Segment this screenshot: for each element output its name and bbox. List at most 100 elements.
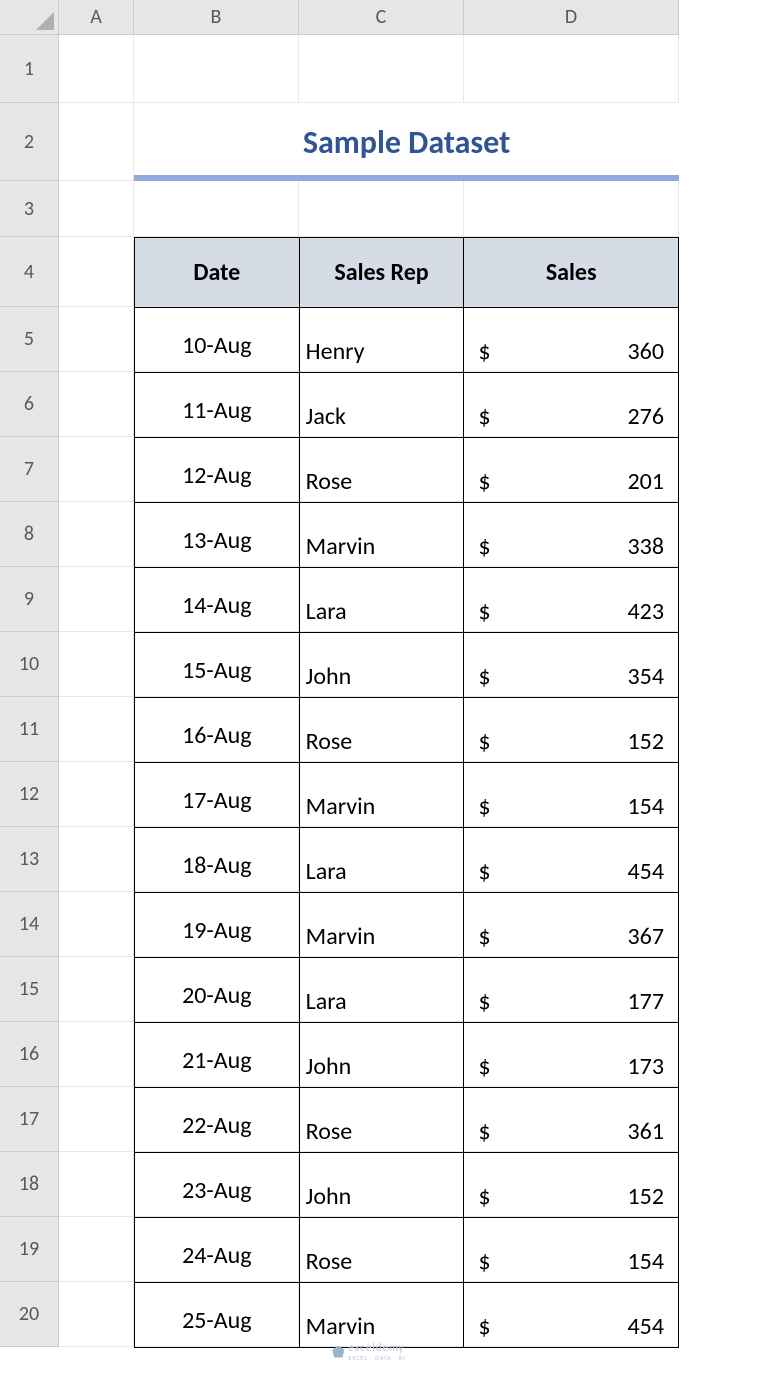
row-header-18[interactable]: 18 xyxy=(0,1152,59,1217)
cell[interactable] xyxy=(59,1022,134,1087)
row-header-7[interactable]: 7 xyxy=(0,437,59,502)
cell-sales[interactable]: $276 xyxy=(464,373,679,438)
cell-sales[interactable]: $152 xyxy=(464,698,679,763)
cell-sales[interactable]: $201 xyxy=(464,438,679,503)
cell[interactable] xyxy=(59,957,134,1022)
cell[interactable] xyxy=(59,307,134,372)
row-header-9[interactable]: 9 xyxy=(0,567,59,632)
row-header-4[interactable]: 4 xyxy=(0,237,59,307)
cell[interactable] xyxy=(464,181,679,237)
cell[interactable] xyxy=(59,237,134,307)
cell-sales[interactable]: $454 xyxy=(464,1283,679,1348)
cell-rep[interactable]: John xyxy=(299,633,464,698)
cell-rep[interactable]: Lara xyxy=(299,568,464,633)
row-header-17[interactable]: 17 xyxy=(0,1087,59,1152)
row-header-16[interactable]: 16 xyxy=(0,1022,59,1087)
cell-rep[interactable]: John xyxy=(299,1023,464,1088)
cell[interactable] xyxy=(59,1217,134,1282)
cell[interactable] xyxy=(59,827,134,892)
header-date[interactable]: Date xyxy=(135,238,300,308)
row-header-13[interactable]: 13 xyxy=(0,827,59,892)
cell-rep[interactable]: Lara xyxy=(299,828,464,893)
cell[interactable] xyxy=(59,1152,134,1217)
cell-sales[interactable]: $154 xyxy=(464,1218,679,1283)
cell-rep[interactable]: Rose xyxy=(299,1088,464,1153)
cell[interactable] xyxy=(59,1282,134,1347)
cell[interactable] xyxy=(59,35,134,103)
cell-rep[interactable]: Marvin xyxy=(299,1283,464,1348)
cell-sales[interactable]: $154 xyxy=(464,763,679,828)
cell-date[interactable]: 24-Aug xyxy=(135,1218,300,1283)
row-header-11[interactable]: 11 xyxy=(0,697,59,762)
cell[interactable] xyxy=(59,1087,134,1152)
cell-sales[interactable]: $361 xyxy=(464,1088,679,1153)
cell-rep[interactable]: Rose xyxy=(299,438,464,503)
cell-rep[interactable]: Henry xyxy=(299,308,464,373)
cell-sales[interactable]: $177 xyxy=(464,958,679,1023)
cell-date[interactable]: 10-Aug xyxy=(135,308,300,373)
column-header-D[interactable]: D xyxy=(464,0,679,35)
row-header-8[interactable]: 8 xyxy=(0,502,59,567)
header-sales[interactable]: Sales xyxy=(464,238,679,308)
cell-sales[interactable]: $173 xyxy=(464,1023,679,1088)
cell-date[interactable]: 13-Aug xyxy=(135,503,300,568)
cell-rep[interactable]: Rose xyxy=(299,698,464,763)
cell-date[interactable]: 25-Aug xyxy=(135,1283,300,1348)
cell-rep[interactable]: John xyxy=(299,1153,464,1218)
cell[interactable] xyxy=(59,372,134,437)
row-header-15[interactable]: 15 xyxy=(0,957,59,1022)
row-header-5[interactable]: 5 xyxy=(0,307,59,372)
cell-date[interactable]: 16-Aug xyxy=(135,698,300,763)
row-header-14[interactable]: 14 xyxy=(0,892,59,957)
cell-rep[interactable]: Marvin xyxy=(299,893,464,958)
cell[interactable] xyxy=(59,502,134,567)
row-header-1[interactable]: 1 xyxy=(0,35,59,103)
cell[interactable] xyxy=(134,35,299,103)
cell-date[interactable]: 19-Aug xyxy=(135,893,300,958)
cell-sales[interactable]: $338 xyxy=(464,503,679,568)
row-header-6[interactable]: 6 xyxy=(0,372,59,437)
cell-date[interactable]: 12-Aug xyxy=(135,438,300,503)
cell-date[interactable]: 21-Aug xyxy=(135,1023,300,1088)
cell-rep[interactable]: Marvin xyxy=(299,503,464,568)
cell-date[interactable]: 15-Aug xyxy=(135,633,300,698)
column-header-C[interactable]: C xyxy=(299,0,464,35)
cell[interactable] xyxy=(59,103,134,181)
cell-date[interactable]: 20-Aug xyxy=(135,958,300,1023)
cell-sales[interactable]: $367 xyxy=(464,893,679,958)
cell-sales[interactable]: $423 xyxy=(464,568,679,633)
row-header-12[interactable]: 12 xyxy=(0,762,59,827)
column-header-B[interactable]: B xyxy=(134,0,299,35)
select-all-corner[interactable] xyxy=(0,0,59,35)
cell-date[interactable]: 18-Aug xyxy=(135,828,300,893)
cell-rep[interactable]: Jack xyxy=(299,373,464,438)
column-header-A[interactable]: A xyxy=(59,0,134,35)
row-header-3[interactable]: 3 xyxy=(0,181,59,237)
cell-date[interactable]: 11-Aug xyxy=(135,373,300,438)
cell-rep[interactable]: Rose xyxy=(299,1218,464,1283)
cell[interactable] xyxy=(59,437,134,502)
cell[interactable] xyxy=(59,632,134,697)
row-header-2[interactable]: 2 xyxy=(0,103,59,181)
cell[interactable] xyxy=(299,35,464,103)
cell[interactable] xyxy=(59,697,134,762)
cell-rep[interactable]: Lara xyxy=(299,958,464,1023)
cell[interactable] xyxy=(464,35,679,103)
cell-sales[interactable]: $354 xyxy=(464,633,679,698)
cell[interactable] xyxy=(59,762,134,827)
header-rep[interactable]: Sales Rep xyxy=(299,238,464,308)
row-header-10[interactable]: 10 xyxy=(0,632,59,697)
cell-date[interactable]: 14-Aug xyxy=(135,568,300,633)
cell[interactable] xyxy=(134,181,299,237)
cell[interactable] xyxy=(59,567,134,632)
cell[interactable] xyxy=(59,181,134,237)
cell-sales[interactable]: $454 xyxy=(464,828,679,893)
cell-sales[interactable]: $360 xyxy=(464,308,679,373)
cell[interactable] xyxy=(59,892,134,957)
row-header-20[interactable]: 20 xyxy=(0,1282,59,1347)
cell-date[interactable]: 23-Aug xyxy=(135,1153,300,1218)
cell-date[interactable]: 22-Aug xyxy=(135,1088,300,1153)
row-header-19[interactable]: 19 xyxy=(0,1217,59,1282)
cell-date[interactable]: 17-Aug xyxy=(135,763,300,828)
cell[interactable] xyxy=(299,181,464,237)
